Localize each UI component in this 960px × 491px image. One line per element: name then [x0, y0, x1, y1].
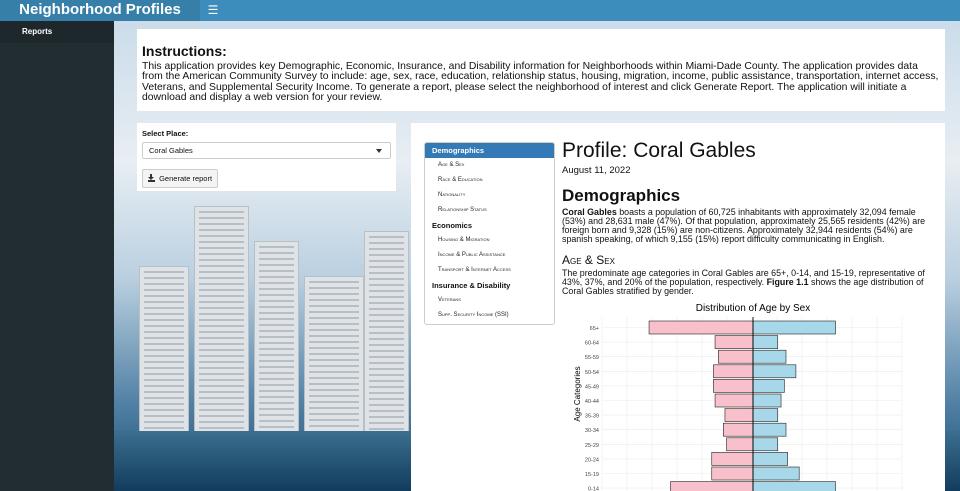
demographics-heading: Demographics	[562, 186, 681, 205]
report-panel: Demographics Age & Sex Race & Education …	[411, 123, 945, 491]
generate-report-label: Generate report	[159, 174, 213, 183]
bar-male-20-24	[752, 452, 788, 466]
generate-report-button[interactable]: Generate report	[142, 169, 219, 188]
tick-label: 30-34	[585, 428, 599, 434]
tick-label: 25-29	[585, 443, 599, 449]
bar-male-30-34	[752, 422, 787, 437]
toc-housing-migration[interactable]: Housing & Migration	[425, 233, 554, 248]
age-sex-paragraph: The predominate age categories in Coral …	[562, 269, 932, 296]
instructions-title: Instructions:	[142, 43, 227, 59]
toc-age-sex[interactable]: Age & Sex	[425, 158, 554, 173]
bar-female-65+	[648, 320, 754, 335]
bar-male-15-19	[752, 466, 800, 481]
bar-female-60-64	[714, 335, 754, 349]
toc-nationality[interactable]: Nationality	[425, 188, 554, 203]
bar-female-15-19	[711, 466, 754, 481]
place-select[interactable]: Coral Gables	[142, 142, 391, 159]
toc-relationship-status[interactable]: Relationship Status	[425, 203, 554, 218]
tick-label: 45-49	[585, 384, 599, 390]
demographics-paragraph: Coral Gables boasts a population of 60,7…	[562, 208, 932, 244]
tick-label: 0-14	[588, 487, 599, 491]
report-date: August 11, 2022	[562, 165, 631, 176]
tick-label: 65+	[590, 326, 599, 332]
sidebar: Reports	[0, 21, 114, 491]
age-sex-heading: Age & Sex	[562, 253, 615, 267]
select-place-label: Select Place:	[142, 129, 189, 138]
bar-female-55-59	[718, 349, 754, 364]
bar-female-50-54	[713, 364, 754, 379]
table-of-contents: Demographics Age & Sex Race & Education …	[424, 142, 555, 325]
toc-insurance-disability[interactable]: Insurance & Disability	[425, 278, 554, 293]
bar-female-45-49	[713, 379, 754, 393]
bar-male-40-44	[752, 393, 782, 408]
bar-male-55-59	[752, 349, 787, 364]
tick-label: 60-64	[585, 341, 599, 347]
tick-label: 35-39	[585, 414, 599, 420]
figure-ref: Figure 1.1	[766, 277, 809, 287]
caret-down-icon	[376, 149, 382, 153]
place-selector-box: Select Place: Coral Gables Generate repo…	[137, 123, 396, 191]
top-navbar: ☰	[200, 0, 960, 21]
bar-female-0-14	[670, 481, 754, 491]
chart-title: Distribution of Age by Sex	[696, 303, 811, 314]
tick-label: 40-44	[585, 399, 599, 405]
bar-female-40-44	[714, 393, 754, 408]
tick-label: 55-59	[585, 355, 599, 361]
bar-male-50-54	[752, 364, 797, 379]
bar-female-30-34	[723, 422, 754, 437]
toc-transport-internet[interactable]: Transport & Internet Access	[425, 263, 554, 278]
tick-label: 15-19	[585, 472, 599, 478]
toc-income-public-assistance[interactable]: Income & Public Assistance	[425, 248, 554, 263]
age-sex-pyramid-chart: Distribution of Age by Sex Age Categorie…	[573, 303, 903, 491]
tick-label: 20-24	[585, 457, 599, 463]
app-title: Neighborhood Profiles	[0, 0, 200, 21]
report-body: Profile: Coral Gables August 11, 2022 De…	[562, 137, 932, 296]
bar-male-25-29	[752, 437, 779, 452]
toc-demographics[interactable]: Demographics	[425, 143, 554, 158]
bar-male-0-14	[752, 481, 836, 491]
bar-male-65+	[752, 320, 836, 335]
bar-male-35-39	[752, 408, 779, 422]
place-select-value: Coral Gables	[149, 146, 193, 155]
toc-ssi[interactable]: Supp. Security Income (SSI)	[425, 308, 554, 323]
download-icon	[148, 174, 155, 182]
bar-male-60-64	[752, 335, 779, 349]
toc-economics[interactable]: Economics	[425, 218, 554, 233]
hamburger-icon[interactable]: ☰	[206, 2, 220, 18]
instructions-text: This application provides key Demographi…	[142, 61, 939, 104]
bar-female-25-29	[726, 437, 754, 452]
bar-female-35-39	[724, 408, 754, 422]
toc-veterans[interactable]: Veterans	[425, 293, 554, 308]
chart-y-axis-label: Age Categories	[573, 366, 582, 421]
report-title: Profile: Coral Gables	[562, 139, 756, 162]
instructions-box: Instructions: This application provides …	[137, 29, 945, 111]
toc-race-education[interactable]: Race & Education	[425, 173, 554, 188]
demographics-text: boasts a population of 60,725 inhabitant…	[562, 207, 926, 244]
sidebar-item-reports[interactable]: Reports	[0, 21, 114, 43]
bar-male-45-49	[752, 379, 785, 393]
bar-female-20-24	[711, 452, 754, 466]
tick-label: 50-54	[585, 370, 599, 376]
